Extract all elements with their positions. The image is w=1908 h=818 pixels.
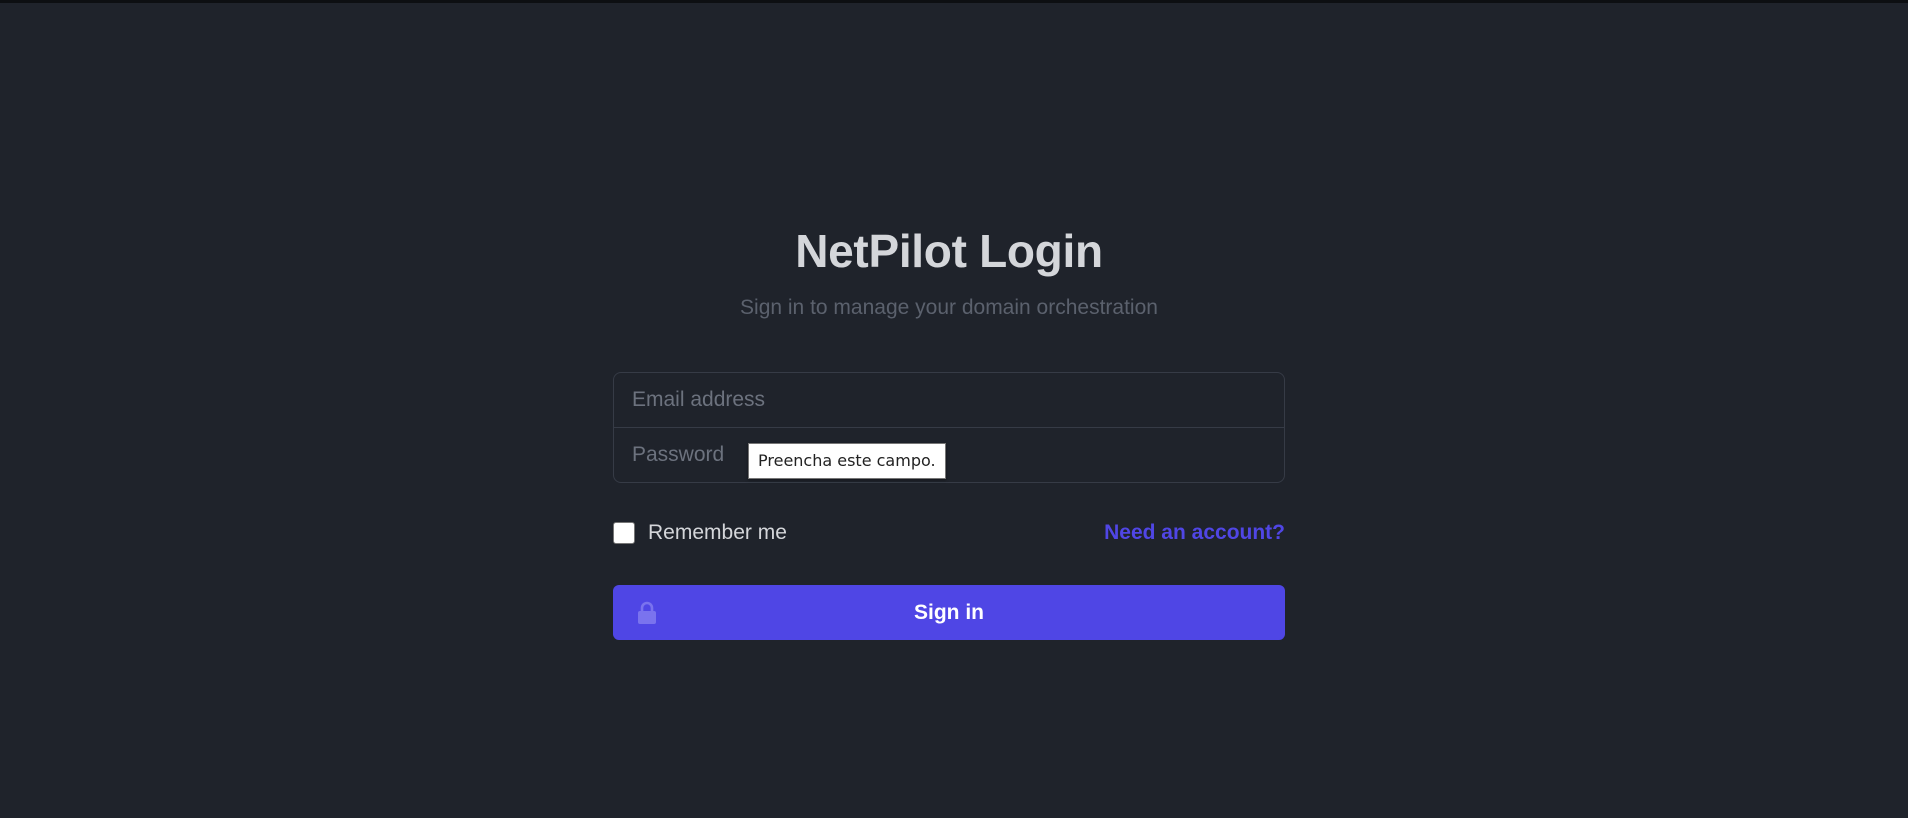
password-field-wrapper	[613, 427, 1285, 483]
remember-me-label[interactable]: Remember me	[648, 521, 787, 545]
remember-me-checkbox[interactable]	[613, 522, 635, 544]
password-input[interactable]	[614, 428, 1284, 482]
need-account-link[interactable]: Need an account?	[1104, 521, 1285, 545]
sign-in-button[interactable]: Sign in	[613, 585, 1285, 640]
email-field-wrapper	[613, 372, 1285, 428]
sign-in-label: Sign in	[914, 601, 984, 624]
page-title: NetPilot Login	[795, 225, 1103, 277]
email-input[interactable]	[614, 373, 1284, 427]
validation-tooltip: Preencha este campo.	[748, 443, 946, 479]
window-top-border	[0, 0, 1908, 3]
page-subtitle: Sign in to manage your domain orchestrat…	[740, 296, 1158, 319]
remember-me-row: Remember me	[613, 521, 787, 545]
